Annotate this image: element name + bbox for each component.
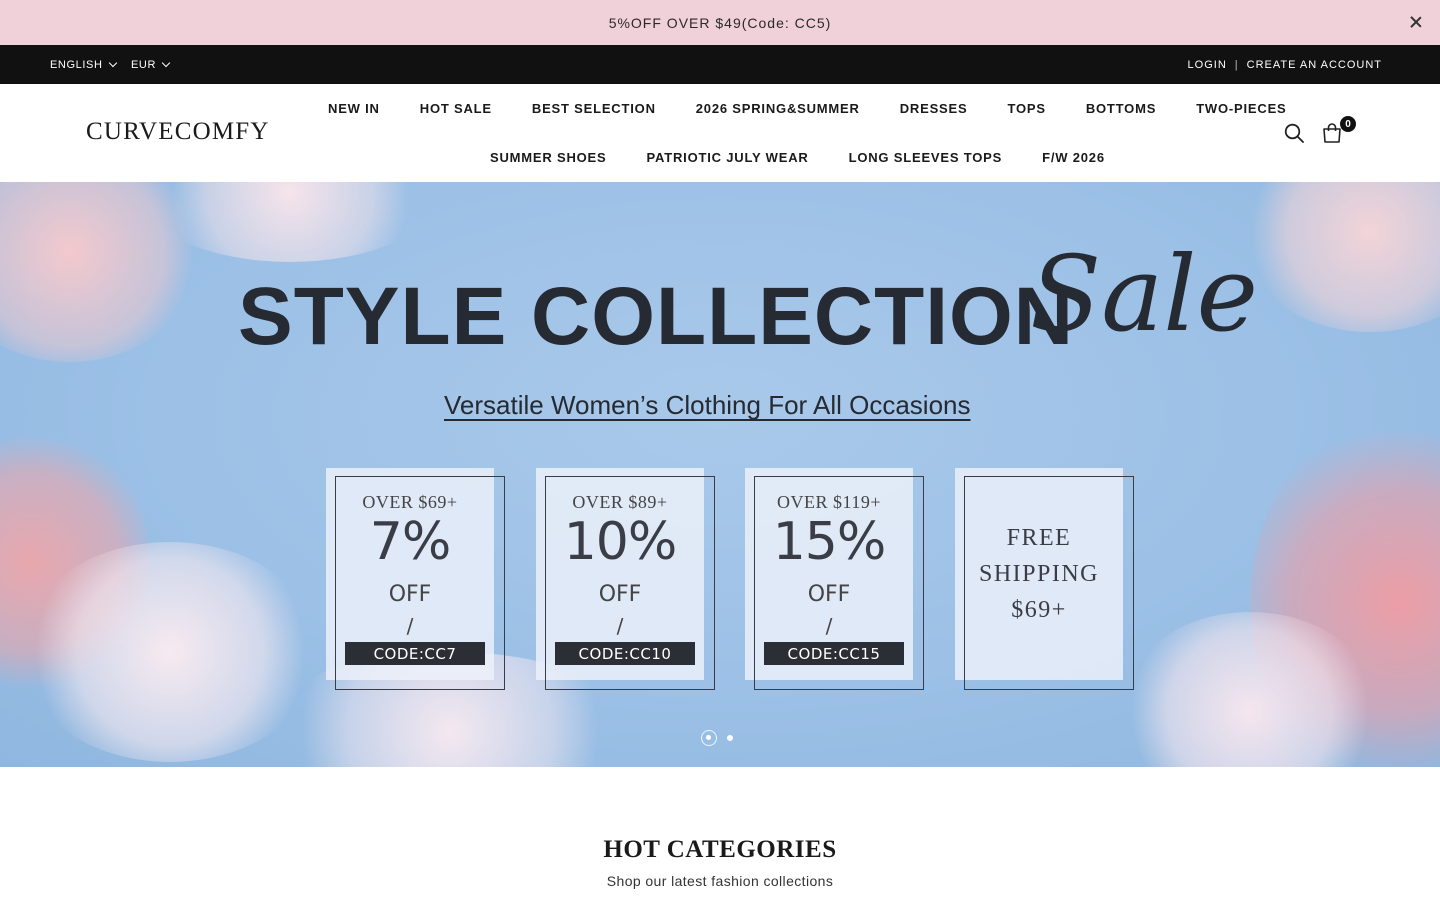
main-nav-row-1: NEW IN HOT SALE BEST SELECTION 2026 SPRI… bbox=[328, 101, 1287, 116]
currency-selector[interactable]: EUR bbox=[131, 45, 171, 84]
card-slash: / bbox=[825, 614, 833, 638]
create-account-link[interactable]: CREATE AN ACCOUNT bbox=[1247, 59, 1382, 71]
nav-item-long-sleeves-tops[interactable]: LONG SLEEVES TOPS bbox=[849, 150, 1003, 165]
nav-item-best-selection[interactable]: BEST SELECTION bbox=[532, 101, 656, 116]
search-icon[interactable] bbox=[1284, 123, 1304, 143]
card-percent: 15% bbox=[772, 512, 887, 572]
chevron-down-icon bbox=[161, 58, 171, 68]
language-label: ENGLISH bbox=[50, 58, 103, 71]
discount-card: OVER $89+ 10% OFF / CODE:CC10 bbox=[536, 468, 715, 690]
hero-title: STYLE COLLECTION bbox=[238, 271, 1074, 362]
discount-card: OVER $69+ 7% OFF / CODE:CC7 bbox=[326, 468, 505, 690]
account-links: LOGIN | CREATE AN ACCOUNT bbox=[1188, 45, 1382, 84]
site-logo[interactable]: CURVECOMFY bbox=[86, 118, 270, 146]
card-threshold: OVER $89+ bbox=[572, 492, 668, 512]
cart-count-badge: 0 bbox=[1340, 116, 1356, 132]
card-off: OFF bbox=[807, 582, 851, 607]
card-code: CODE:CC10 bbox=[555, 642, 695, 665]
card-threshold: OVER $119+ bbox=[777, 492, 881, 512]
card-percent: 7% bbox=[369, 512, 452, 572]
language-selector[interactable]: ENGLISH bbox=[50, 45, 117, 84]
account-separator: | bbox=[1234, 58, 1239, 71]
blossom-decoration bbox=[1240, 182, 1440, 332]
card-off: OFF bbox=[388, 582, 432, 607]
close-icon[interactable] bbox=[1406, 12, 1426, 32]
free-shipping-line: FREE bbox=[1006, 525, 1072, 551]
card-code: CODE:CC15 bbox=[764, 642, 904, 665]
slide-dot-1[interactable] bbox=[701, 730, 717, 746]
nav-item-summer-shoes[interactable]: SUMMER SHOES bbox=[490, 150, 607, 165]
currency-label: EUR bbox=[131, 58, 157, 71]
chevron-down-icon bbox=[108, 58, 117, 68]
main-nav-row-2: SUMMER SHOES PATRIOTIC JULY WEAR LONG SL… bbox=[490, 150, 1105, 165]
nav-item-tops[interactable]: TOPS bbox=[1007, 101, 1045, 116]
nav-item-new-in[interactable]: NEW IN bbox=[328, 101, 380, 116]
nav-item-fw-2026[interactable]: F/W 2026 bbox=[1042, 150, 1105, 165]
nav-item-dresses[interactable]: DRESSES bbox=[900, 101, 968, 116]
shopping-bag-icon[interactable] bbox=[1322, 122, 1342, 144]
main-header: CURVECOMFY NEW IN HOT SALE BEST SELECTIO… bbox=[0, 84, 1440, 182]
login-link[interactable]: LOGIN bbox=[1188, 59, 1227, 71]
nav-item-patriotic-july-wear[interactable]: PATRIOTIC JULY WEAR bbox=[647, 150, 809, 165]
announcement-bar: 5%OFF OVER $49(Code: CC5) bbox=[0, 0, 1440, 45]
free-shipping-card: FREE SHIPPING $69+ bbox=[955, 468, 1134, 690]
nav-item-spring-summer[interactable]: 2026 SPRING&SUMMER bbox=[696, 101, 860, 116]
hero-script-text: Sale bbox=[1030, 233, 1259, 355]
nav-item-bottoms[interactable]: BOTTOMS bbox=[1086, 101, 1156, 116]
nav-item-hot-sale[interactable]: HOT SALE bbox=[420, 101, 492, 116]
nav-item-two-pieces[interactable]: TWO-PIECES bbox=[1196, 101, 1286, 116]
card-threshold: OVER $69+ bbox=[362, 492, 458, 512]
hero-banner[interactable]: STYLE COLLECTION Sale Versatile Women’s … bbox=[0, 182, 1440, 767]
free-shipping-line: $69+ bbox=[1011, 597, 1067, 623]
section-subtitle: Shop our latest fashion collections bbox=[606, 873, 834, 889]
card-slash: / bbox=[406, 614, 414, 638]
hero-subtitle: Versatile Women’s Clothing For All Occas… bbox=[444, 390, 971, 420]
top-utility-bar: ENGLISH EUR LOGIN | CREATE AN ACCOUNT bbox=[0, 45, 1440, 84]
card-slash: / bbox=[616, 614, 624, 638]
announcement-text: 5%OFF OVER $49(Code: CC5) bbox=[608, 14, 832, 31]
free-shipping-line: SHIPPING bbox=[978, 561, 1100, 587]
free-shipping-text: FREE SHIPPING $69+ bbox=[955, 520, 1123, 628]
slide-dot-2[interactable] bbox=[727, 735, 733, 741]
card-off: OFF bbox=[598, 582, 642, 607]
section-title: HOT CATEGORIES bbox=[603, 836, 837, 863]
card-code: CODE:CC7 bbox=[345, 642, 485, 665]
card-percent: 10% bbox=[563, 512, 678, 572]
discount-card: OVER $119+ 15% OFF / CODE:CC15 bbox=[745, 468, 924, 690]
